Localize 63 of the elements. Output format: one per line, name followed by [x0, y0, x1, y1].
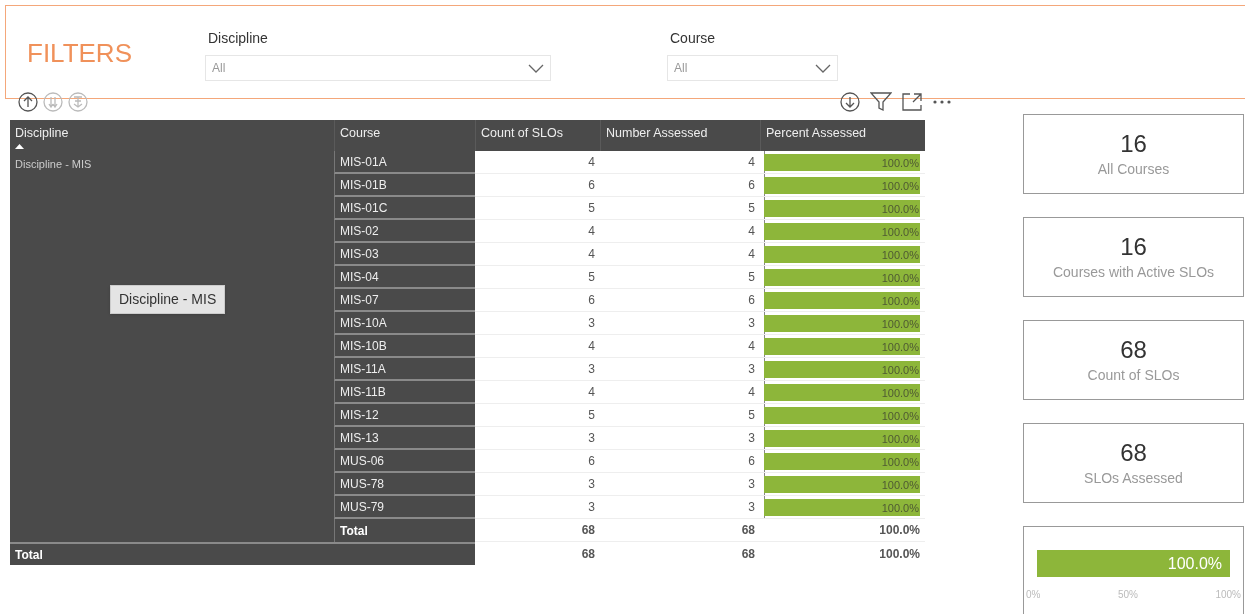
tooltip: Discipline - MIS [110, 285, 226, 314]
kpi-value: 16 [1120, 235, 1147, 259]
focus-mode-icon[interactable] [902, 93, 922, 111]
percent-value: 100.0% [881, 362, 919, 378]
percent-value: 100.0% [881, 316, 919, 332]
percent-value: 100.0% [881, 224, 919, 240]
percent-value: 100.0% [881, 178, 919, 194]
course-cell: MIS-01C [334, 197, 475, 220]
course-cell: MIS-03 [334, 243, 475, 266]
course-cell: MIS-11A [334, 358, 475, 381]
course-cell: MUS-79 [334, 496, 475, 519]
kpi-label: Courses with Active SLOs [1052, 265, 1215, 279]
percent-value: 100.0% [881, 454, 919, 470]
subtotal-label: Total [334, 519, 475, 542]
course-cell: MUS-06 [334, 450, 475, 473]
course-cell: MIS-10A [334, 312, 475, 335]
column-header[interactable]: Number Assessed [600, 120, 760, 151]
course-cell: MIS-13 [334, 427, 475, 450]
kpi-label: SLOs Assessed [1084, 471, 1183, 485]
course-cell: MIS-02 [334, 220, 475, 243]
kpi-value: 16 [1120, 132, 1147, 156]
course-cell: MIS-07 [334, 289, 475, 312]
sort-ascending-icon [15, 143, 24, 149]
gauge-tick-label: 100% [1215, 588, 1241, 602]
percent-value: 100.0% [881, 247, 919, 263]
filter-icon[interactable] [870, 92, 892, 112]
column-header[interactable]: Count of SLOs [475, 120, 600, 151]
course-cell: MUS-78 [334, 473, 475, 496]
slicer-label: Course [669, 29, 717, 48]
percent-value: 100.0% [881, 293, 919, 309]
percent-value: 100.0% [881, 500, 919, 516]
kpi-value: 68 [1120, 441, 1147, 465]
chevron-down-icon [815, 63, 831, 73]
percent-value: 100.0% [881, 155, 919, 171]
gauge-value: 100.0% [1167, 553, 1222, 574]
drill-up-icon[interactable] [18, 92, 38, 112]
column-header[interactable]: Course [334, 120, 475, 151]
percent-value: 100.0% [881, 408, 919, 424]
course-cell: MIS-12 [334, 404, 475, 427]
percent-value: 100.0% [881, 201, 919, 217]
gauge-tick-label: 0% [1026, 588, 1041, 602]
course-cell: MIS-04 [334, 266, 475, 289]
course-cell: MIS-10B [334, 335, 475, 358]
course-cell: MIS-01B [334, 174, 475, 197]
percent-value: 100.0% [881, 431, 919, 447]
percent-value: 100.0% [881, 385, 919, 401]
drill-down-icon[interactable] [840, 92, 860, 112]
course-cell: MIS-11B [334, 381, 475, 404]
percent-value: 100.0% [881, 477, 919, 493]
gauge-tick-label: 50% [1117, 588, 1138, 602]
course-cell: MIS-01A [334, 151, 475, 174]
percent-value: 100.0% [881, 339, 919, 355]
column-header[interactable]: Percent Assessed [760, 120, 925, 151]
more-options-icon[interactable] [932, 99, 952, 105]
chevron-down-icon [528, 63, 544, 73]
kpi-label: All Courses [1097, 162, 1170, 176]
slicer-label: Discipline [207, 29, 269, 48]
kpi-label: Count of SLOs [1087, 368, 1180, 382]
column-header[interactable]: Discipline [10, 120, 334, 151]
total-label: Total [10, 542, 475, 565]
percent-value: 100.0% [881, 270, 919, 286]
filters-title: FILTERS [27, 37, 133, 70]
kpi-value: 68 [1120, 338, 1147, 362]
